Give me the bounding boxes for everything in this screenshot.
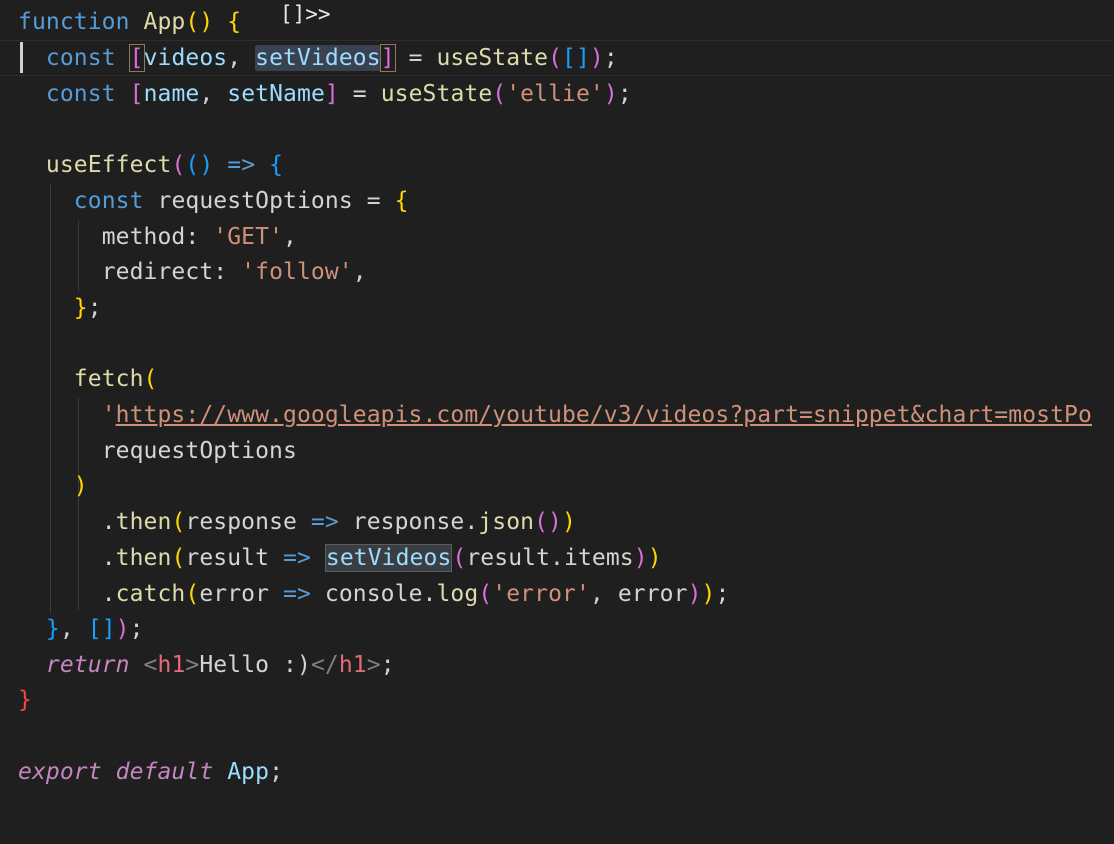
code-line: } [18, 687, 32, 713]
code-line: }, []); [45, 616, 144, 642]
code-line: requestOptions [101, 438, 297, 464]
url-link[interactable]: https://www.googleapis.com/youtube/v3/vi… [116, 402, 1092, 428]
code-line: const requestOptions = { [73, 188, 409, 214]
code-line: function App() { [18, 9, 242, 35]
code-line: }; [73, 295, 102, 321]
code-line: .then(result => setVideos(result.items)) [101, 544, 662, 572]
code-line: method: 'GET', [101, 224, 297, 250]
code-line: ) [73, 473, 88, 499]
code-line: .catch(error => console.log('error', err… [101, 581, 730, 607]
selected-symbol: setVideos [255, 45, 381, 71]
code-line: export default App; [18, 759, 284, 785]
symbol-reference-highlight: setVideos [324, 544, 453, 572]
code-line: const [name, setName] = useState('ellie'… [45, 81, 632, 107]
code-line: redirect: 'follow', [101, 259, 367, 285]
code-editor[interactable]: []>> function App() { const [videos, set… [0, 0, 1114, 844]
inline-type-hint: []>> [280, 2, 331, 26]
code-line: 'https://www.googleapis.com/youtube/v3/v… [101, 402, 1092, 428]
code-line: return <h1>Hello :)</h1>; [45, 652, 395, 678]
code-line: fetch( [73, 366, 158, 392]
code-line: const [videos, setVideos] = useState([])… [45, 44, 618, 72]
code-line: .then(response => response.json()) [101, 509, 576, 535]
code-line: useEffect(() => { [45, 152, 284, 178]
